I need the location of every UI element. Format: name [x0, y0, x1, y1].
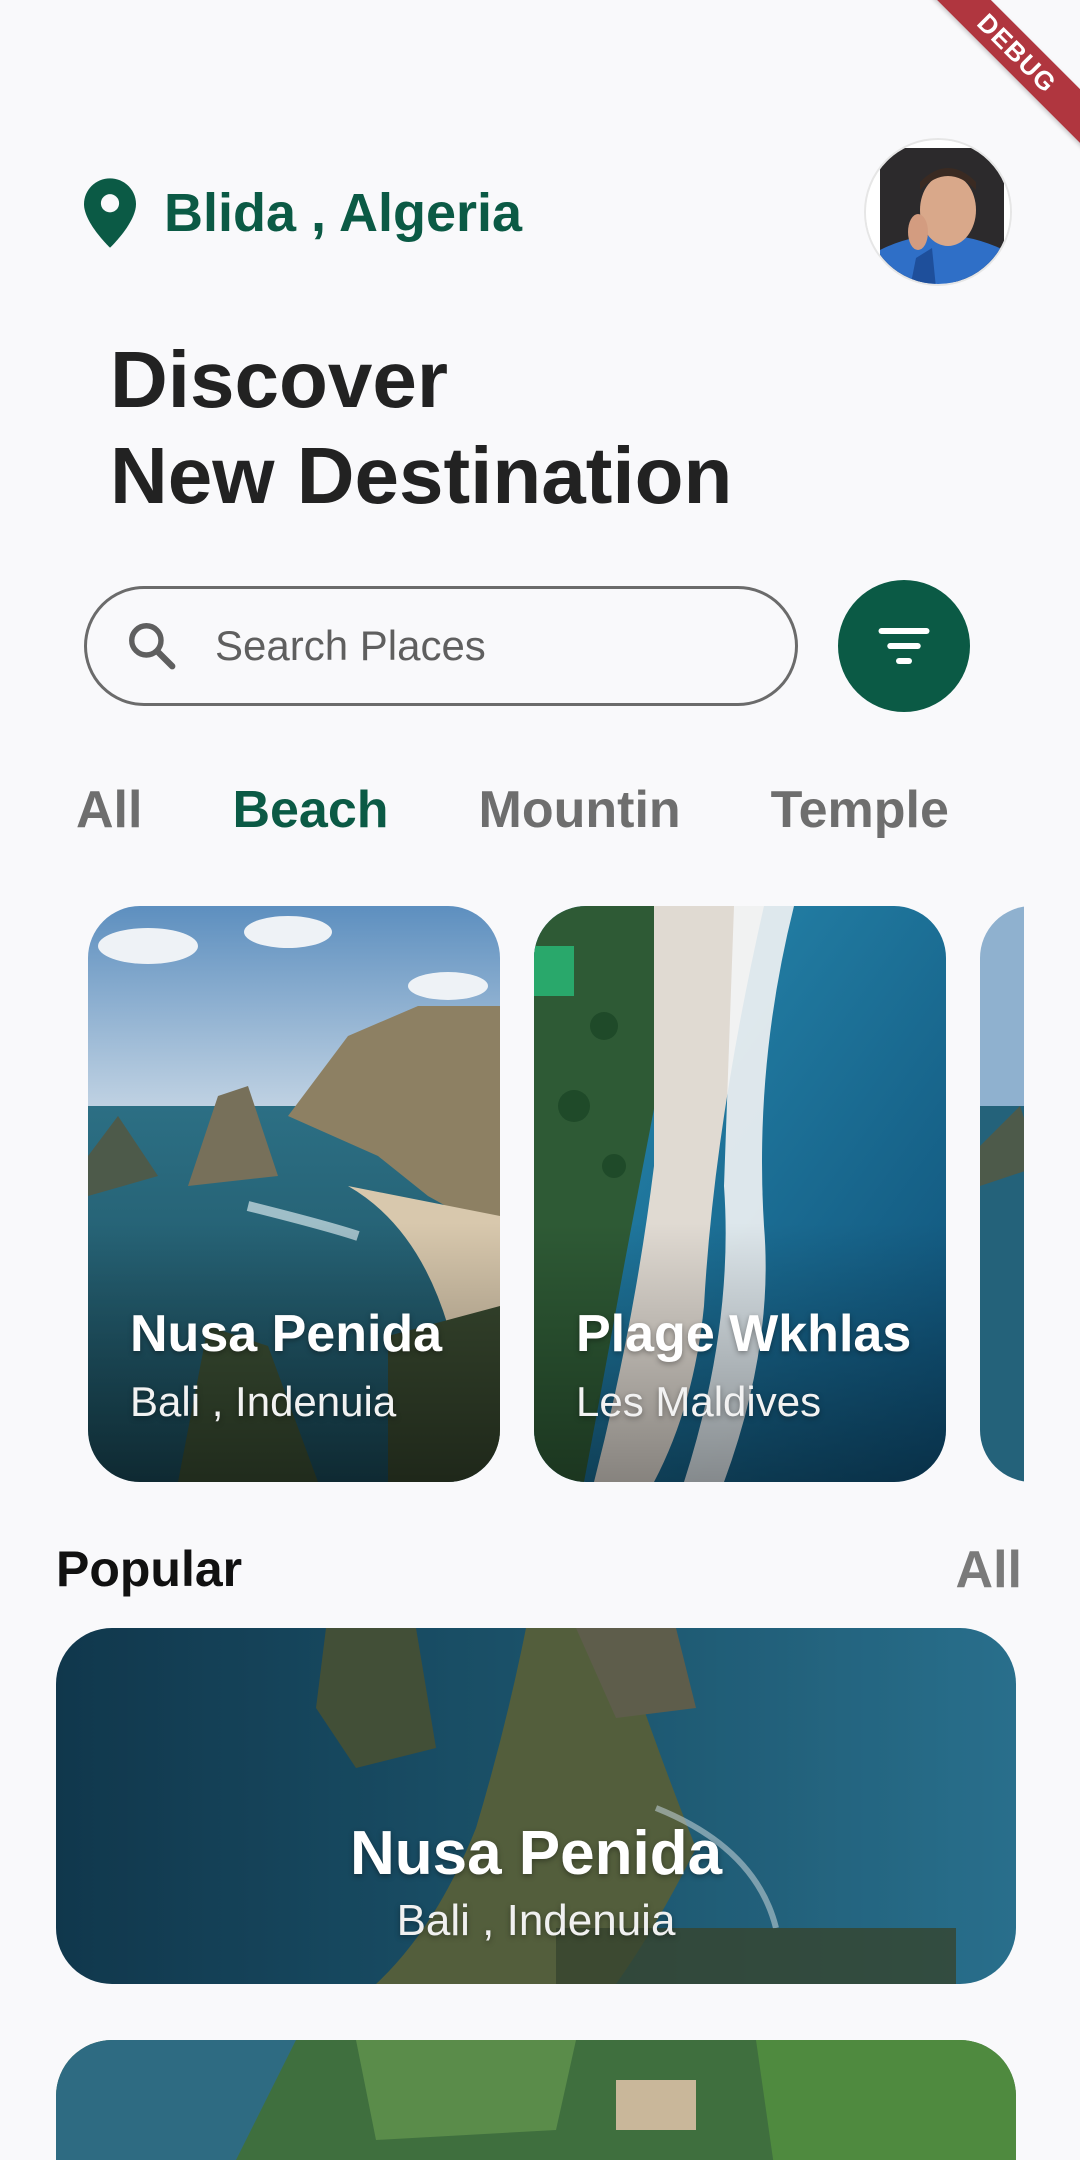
filter-button[interactable]: [838, 580, 970, 712]
destination-card[interactable]: [980, 906, 1024, 1482]
card-title: Plage Wkhlas: [576, 1305, 912, 1363]
card-title: Nusa Penida: [130, 1305, 443, 1363]
tab-mountin[interactable]: Mountin: [479, 780, 681, 840]
location-pin-icon: [84, 178, 136, 248]
search-input[interactable]: Search Places: [84, 586, 798, 706]
popular-card-title: Nusa Penida: [349, 1819, 723, 1888]
card-subtitle: Les Maldives: [576, 1378, 822, 1425]
location-label: Blida , Algeria: [164, 183, 523, 243]
popular-see-all-link[interactable]: All: [956, 1540, 1022, 1600]
card-subtitle: Bali , Indenuia: [130, 1378, 397, 1425]
popular-card[interactable]: [56, 2040, 1016, 2160]
popular-card-photo: [56, 2040, 1016, 2160]
page-title: Discover New Destination: [110, 332, 732, 524]
search-placeholder: Search Places: [215, 622, 486, 669]
featured-carousel[interactable]: Nusa Penida Bali , Indenuia Plage Wkhlas…: [88, 906, 1024, 1482]
user-avatar-image: [866, 140, 1010, 284]
destination-card[interactable]: Nusa Penida Bali , Indenuia: [88, 906, 500, 1482]
avatar[interactable]: [864, 138, 1012, 286]
search-icon: [129, 623, 176, 670]
filter-icon: [878, 628, 930, 664]
page-title-line-1: Discover: [110, 335, 448, 424]
popular-card[interactable]: Nusa Penida Bali , Indenuia: [56, 1628, 1016, 1984]
debug-banner: DEBUG: [922, 0, 1080, 148]
tab-all[interactable]: All: [76, 780, 142, 840]
tab-beach[interactable]: Beach: [232, 780, 388, 840]
category-tabs: All Beach Mountin Temple: [76, 780, 949, 840]
page-title-line-2: New Destination: [110, 431, 733, 520]
location-selector[interactable]: Blida , Algeria: [84, 178, 522, 248]
popular-heading: Popular: [56, 1541, 243, 1597]
tab-temple[interactable]: Temple: [771, 780, 949, 840]
card-photo: [980, 906, 1024, 1482]
destination-card[interactable]: Plage Wkhlas Les Maldives: [534, 906, 946, 1482]
popular-card-subtitle: Bali , Indenuia: [396, 1896, 676, 1945]
